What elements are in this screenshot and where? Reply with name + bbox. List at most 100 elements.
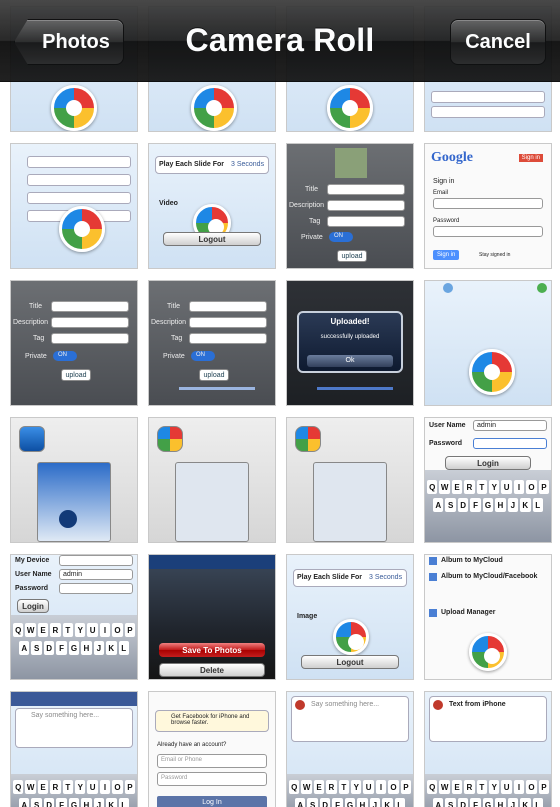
app-logo-icon (469, 633, 507, 671)
image-label: Image (297, 613, 318, 620)
photo-thumbnail[interactable]: Text from iPhone QWERTYUIOP ASDFGHJKL (424, 691, 552, 807)
keyboard-key: G (482, 498, 494, 512)
photo-thumbnail[interactable]: Get Facebook for iPhone and browse faste… (148, 691, 276, 807)
photo-thumbnail[interactable] (10, 143, 138, 269)
photo-thumbnail[interactable] (148, 417, 276, 543)
keyboard-key: K (382, 798, 393, 807)
keyboard-key: J (507, 798, 519, 807)
photo-thumbnail[interactable]: Title Description Tag Private ON upload (148, 280, 276, 406)
photo-thumbnail[interactable]: My Device User Name admin Password Login… (10, 554, 138, 680)
photo-thumbnail[interactable]: Play Each Slide For 3 Seconds Video Logo… (148, 143, 276, 269)
keyboard-key: J (369, 798, 381, 807)
keyboard-key: R (50, 780, 61, 794)
description-field (327, 200, 405, 211)
photo-thumbnail[interactable]: Uploaded! successfully uploaded Ok (286, 280, 414, 406)
play-label: Play Each Slide For (159, 161, 224, 168)
username-value: admin (63, 571, 83, 578)
keyboard-row: ASDFGHJKL (433, 798, 543, 807)
keyboard-key: P (400, 780, 412, 794)
keyboard-row: ASDFGHJKL (19, 641, 129, 655)
photo-thumbnail[interactable]: Album to MyCloud Album to MyCloud/Facebo… (424, 554, 552, 680)
email-field (433, 198, 543, 209)
keyboard-row: QWERTYUIOP (289, 780, 412, 794)
keyboard-row: ASDFGHJKL (433, 498, 543, 512)
cancel-button[interactable]: Cancel (450, 19, 546, 65)
login-button: Login (17, 599, 49, 613)
keyboard-key: E (451, 780, 463, 794)
keyboard-key: K (106, 798, 117, 807)
title-label: Title (305, 186, 318, 193)
keyboard-key: F (470, 798, 481, 807)
password-field (473, 438, 547, 449)
keyboard-key: L (118, 798, 129, 807)
email-placeholder: Email or Phone (161, 757, 203, 763)
keyboard-key: Q (427, 780, 438, 794)
preview-image (335, 148, 367, 178)
seconds-label: 3 Seconds (231, 161, 265, 168)
private-label: Private (25, 353, 47, 360)
keyboard-key: A (295, 798, 306, 807)
photo-thumbnail[interactable]: Say something here... QWERTYUIOP ASDFGHJ… (10, 691, 138, 807)
photo-thumbnail[interactable]: Title Description Tag Private ON upload (286, 143, 414, 269)
signin-heading: Sign in (433, 178, 455, 185)
keyboard-key: Y (489, 780, 500, 794)
login-button: Log In (157, 796, 267, 807)
keyboard-key: H (81, 798, 92, 807)
device-label: My Device (15, 557, 50, 564)
photo-thumbnail[interactable]: Title Description Tag Private ON upload (10, 280, 138, 406)
google-signin-button: Sign in (518, 154, 543, 162)
keyboard: QWERTYUIOP ASDFGHJKL (11, 615, 137, 679)
password-label: Password (15, 585, 49, 592)
app-logo-icon (51, 85, 97, 131)
alert-message: successfully uploaded (320, 334, 380, 340)
keyboard-key: F (470, 498, 481, 512)
password-label: Password (429, 440, 463, 447)
logout-button: Logout (163, 232, 261, 246)
keyboard-key: Q (289, 780, 300, 794)
keyboard-key: U (501, 780, 512, 794)
photo-thumbnail[interactable]: Play Each Slide For 3 Seconds Image Logo… (286, 554, 414, 680)
photo-thumbnail[interactable]: Google Sign in Sign in Email Password Si… (424, 143, 552, 269)
say-something-text: Say something here... (311, 701, 380, 708)
have-account-text: Already have an account? (157, 742, 227, 748)
upload-button: upload (199, 369, 229, 381)
password-field (433, 226, 543, 237)
app-store-icon (19, 426, 45, 452)
keyboard-key: W (439, 480, 450, 494)
keyboard-key: E (37, 780, 49, 794)
device-field (59, 555, 133, 566)
keyboard-key: L (118, 641, 129, 655)
keyboard-key: U (87, 623, 98, 637)
tag-field (189, 333, 267, 344)
keyboard-key: U (87, 780, 98, 794)
description-label: Description (151, 319, 187, 326)
keyboard-key: D (43, 641, 55, 655)
title-label: Title (29, 303, 42, 310)
keyboard-key: F (332, 798, 343, 807)
login-button: Login (445, 456, 531, 470)
photo-thumbnail[interactable] (424, 280, 552, 406)
keyboard: QWERTYUIOP ASDFGHJKL (425, 774, 551, 807)
keyboard-key: H (357, 798, 368, 807)
keyboard-key: R (464, 480, 475, 494)
phone-screenshot (175, 462, 249, 542)
keyboard-key: H (81, 641, 92, 655)
list-item (27, 174, 131, 186)
password-label: Password (433, 218, 460, 224)
photos-back-button[interactable]: Photos (14, 19, 124, 65)
keyboard-key: T (62, 780, 74, 794)
list-item (27, 156, 131, 168)
photo-thumbnail[interactable]: User Name admin Password Login QWERTYUIO… (424, 417, 552, 543)
photo-thumbnail[interactable] (286, 417, 414, 543)
keyboard-key: P (538, 480, 550, 494)
keyboard-key: S (31, 641, 42, 655)
upload-icon (429, 609, 437, 617)
progress-bar (317, 387, 393, 390)
photo-thumbnail[interactable] (10, 417, 138, 543)
app-logo-icon (469, 349, 515, 395)
username-value: admin (477, 422, 497, 429)
keyboard-key: Q (427, 480, 438, 494)
keyboard-key: S (445, 498, 456, 512)
photo-thumbnail[interactable]: Say something here... QWERTYUIOP ASDFGHJ… (286, 691, 414, 807)
photo-thumbnail[interactable]: Save To Photos Delete (148, 554, 276, 680)
